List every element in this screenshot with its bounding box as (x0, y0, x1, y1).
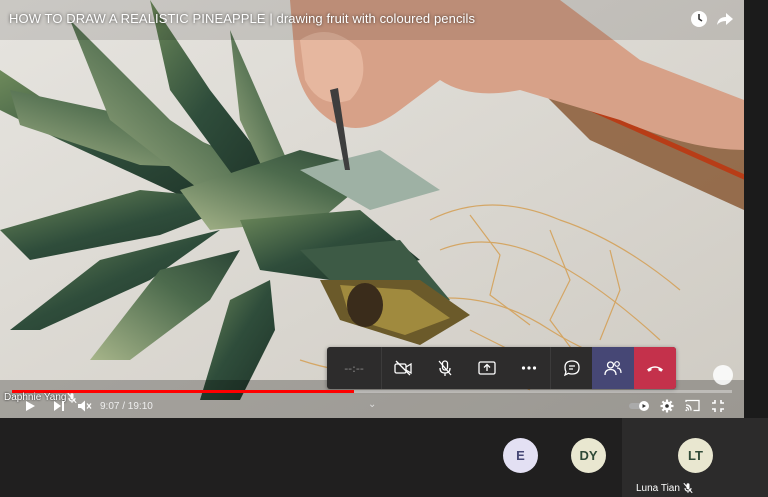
mute-button[interactable] (77, 399, 92, 413)
play-icon (26, 401, 35, 411)
meeting-timer: --:-- (327, 347, 382, 389)
next-icon (54, 401, 64, 411)
mic-off-icon (438, 360, 452, 376)
participant-mic-off-icon (682, 481, 694, 494)
avatar-lt[interactable]: LT (678, 438, 713, 473)
video-time: 9:07 / 19:10 (100, 401, 153, 412)
chevron-down-icon[interactable]: ⌄ (368, 399, 376, 410)
gear-icon (660, 399, 674, 413)
exit-fullscreen-button[interactable] (711, 399, 725, 413)
camera-off-icon (394, 360, 412, 376)
channel-watermark[interactable] (713, 365, 733, 385)
video-progress-bar[interactable] (12, 390, 732, 393)
meeting-toolbar: --:-- (327, 347, 676, 389)
shared-video[interactable]: HOW TO DRAW A REALISTIC PINEAPPLE | draw… (0, 0, 744, 418)
mic-off-button[interactable] (424, 347, 466, 389)
camera-off-button[interactable] (382, 347, 424, 389)
autoplay-toggle[interactable] (629, 401, 651, 411)
avatar-e[interactable]: E (503, 438, 538, 473)
exit-fullscreen-icon (712, 400, 724, 412)
share-screen-button[interactable] (466, 347, 508, 389)
cast-icon (685, 399, 700, 412)
people-icon (604, 361, 622, 376)
autoplay-toggle-icon (629, 401, 649, 411)
watch-later-icon[interactable] (689, 9, 709, 29)
next-button[interactable] (53, 400, 65, 412)
play-button[interactable] (24, 400, 36, 412)
share-screen-icon (478, 361, 496, 375)
cast-button[interactable] (685, 399, 700, 412)
meeting-window: HOW TO DRAW A REALISTIC PINEAPPLE | draw… (0, 0, 768, 497)
right-edge-strip (744, 0, 768, 418)
volume-muted-icon (78, 400, 92, 412)
hang-up-button[interactable] (634, 347, 676, 389)
more-actions-button[interactable] (508, 347, 550, 389)
avatar-dy[interactable]: DY (571, 438, 606, 473)
more-icon (521, 366, 537, 370)
phone-hangup-icon (647, 366, 663, 372)
participant-name-luna: Luna Tian (636, 483, 680, 494)
settings-button[interactable] (660, 399, 674, 413)
share-icon[interactable] (715, 9, 735, 29)
chat-icon (563, 360, 580, 377)
chat-button[interactable] (550, 347, 592, 389)
participants-button[interactable] (592, 347, 634, 389)
video-title[interactable]: HOW TO DRAW A REALISTIC PINEAPPLE | draw… (9, 11, 475, 26)
